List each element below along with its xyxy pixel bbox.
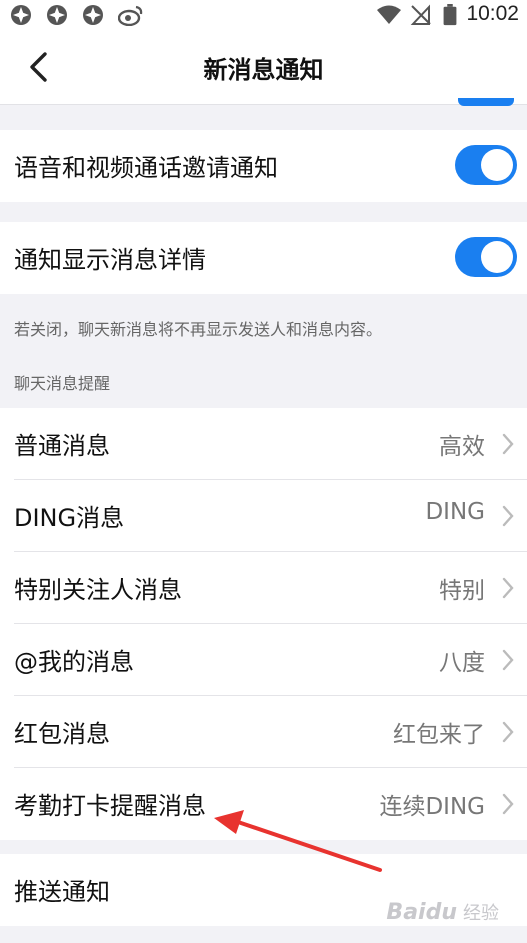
scrolled-toggle-edge [458, 98, 514, 106]
app-notification-icon [47, 5, 67, 25]
show-details-toggle[interactable] [455, 237, 517, 277]
reminder-row-normal[interactable]: 普通消息 高效 [0, 408, 527, 480]
chevron-right-icon [502, 649, 514, 671]
reminder-label: @我的消息 [14, 648, 134, 676]
status-time: 10:02 [466, 2, 519, 25]
reminder-value: 八度 [439, 650, 485, 676]
reminder-label: 红包消息 [14, 720, 110, 748]
show-details-setting-row: 通知显示消息详情 [0, 222, 527, 294]
reminder-label: 普通消息 [14, 432, 110, 460]
reminder-row-ding[interactable]: DING消息 DING [0, 480, 527, 552]
status-bar: 10:02 [0, 0, 527, 30]
baidu-watermark: Baidu 经验 [386, 899, 499, 925]
call-invite-setting-row: 语音和视频通话邀请通知 [0, 130, 527, 202]
watermark-sub: 经验 [463, 903, 499, 924]
wifi-icon [377, 5, 401, 24]
reminder-label: 特别关注人消息 [14, 576, 182, 604]
reminder-row-mentions[interactable]: @我的消息 八度 [0, 624, 527, 696]
toggle-knob [481, 149, 513, 181]
push-notification-label: 推送通知 [14, 878, 110, 906]
app-notification-icon [11, 5, 31, 25]
reminder-value: 红包来了 [393, 722, 485, 748]
reminder-value: 连续DING [379, 794, 485, 820]
reminder-row-attendance[interactable]: 考勤打卡提醒消息 连续DING [0, 768, 527, 840]
chevron-right-icon [502, 577, 514, 599]
no-sim-icon [410, 4, 431, 25]
chevron-right-icon [502, 721, 514, 743]
page-title: 新消息通知 [203, 56, 324, 84]
reminder-value: DING [425, 499, 485, 525]
battery-icon [443, 4, 457, 26]
reminder-value: 高效 [439, 434, 485, 460]
reminder-value: 特别 [439, 578, 485, 604]
chevron-right-icon [502, 433, 514, 455]
call-invite-label: 语音和视频通话邀请通知 [14, 154, 278, 182]
app-notification-icon [83, 5, 103, 25]
chevron-right-icon [502, 793, 514, 815]
show-details-label: 通知显示消息详情 [14, 246, 206, 274]
weibo-icon [118, 5, 143, 26]
chevron-right-icon [502, 505, 514, 527]
section-header-chat-reminders: 聊天消息提醒 [14, 374, 111, 393]
reminder-row-red-packet[interactable]: 红包消息 红包来了 [0, 696, 527, 768]
watermark-text: Baidu [386, 900, 457, 925]
call-invite-toggle[interactable] [455, 145, 517, 185]
details-hint-text: 若关闭，聊天新消息将不再显示发送人和消息内容。 [14, 320, 383, 339]
reminder-label: DING消息 [14, 504, 125, 532]
reminder-label: 考勤打卡提醒消息 [14, 792, 206, 820]
nav-bar: 新消息通知 [0, 30, 527, 105]
reminder-row-special-follow[interactable]: 特别关注人消息 特别 [0, 552, 527, 624]
toggle-knob [481, 241, 513, 273]
